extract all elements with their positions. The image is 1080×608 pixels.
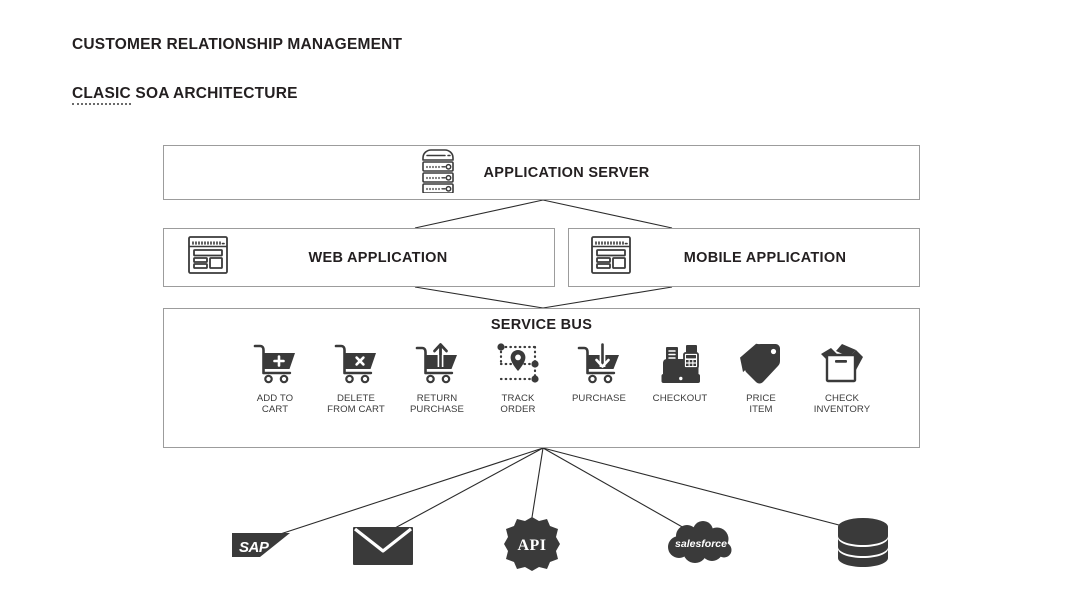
page-subtitle: CLASIC SOA ARCHITECTURE	[72, 85, 298, 105]
backend-systems-row: SAP API salesforce	[163, 515, 920, 585]
web-application-label: WEB APPLICATION	[308, 249, 448, 266]
subtitle-misspelled-word: CLASIC	[72, 85, 131, 105]
web-application-content: WEB APPLICATION	[164, 234, 554, 281]
price-tags-icon	[737, 339, 785, 385]
backend-salesforce[interactable]: salesforce	[656, 515, 746, 577]
mobile-application-box[interactable]: MOBILE APPLICATION	[568, 228, 920, 287]
web-application-box[interactable]: WEB APPLICATION	[163, 228, 555, 287]
svg-text:salesforce: salesforce	[675, 538, 727, 550]
diagram-canvas: CUSTOMER RELATIONSHIP MANAGEMENT CLASIC …	[0, 0, 1080, 608]
database-cylinder-icon	[834, 516, 892, 577]
route-pin-icon	[494, 339, 542, 385]
service-item-checkout[interactable]: CHECKOUT	[641, 339, 719, 404]
service-label: ADD TO CART	[256, 393, 294, 416]
service-item-track-order[interactable]: TRACK ORDER	[479, 339, 557, 416]
service-label: RETURN PURCHASE	[409, 393, 465, 416]
cart-plus-icon	[251, 339, 299, 385]
service-item-purchase[interactable]: PURCHASE	[560, 339, 638, 404]
email-envelope-icon	[350, 521, 416, 572]
service-label: PURCHASE	[571, 393, 627, 404]
application-server-content: APPLICATION SERVER	[418, 147, 650, 198]
cart-arrow-up-icon	[413, 339, 461, 385]
cart-remove-icon	[332, 339, 380, 385]
mobile-application-label: MOBILE APPLICATION	[683, 249, 847, 266]
service-label: DELETE FROM CART	[327, 393, 385, 416]
browser-window-icon	[589, 234, 633, 281]
backend-database[interactable]	[818, 515, 908, 577]
subtitle-rest: SOA ARCHITECTURE	[130, 85, 298, 102]
page-title: CUSTOMER RELATIONSHIP MANAGEMENT	[72, 36, 403, 53]
cart-arrow-down-icon	[575, 339, 623, 385]
application-server-label: APPLICATION SERVER	[483, 164, 650, 181]
service-label: CHECKOUT	[652, 393, 708, 404]
service-operations-list: ADD TO CART DELETE FROM CART RETURN PURC…	[236, 339, 881, 444]
service-item-price-item[interactable]: PRICE ITEM	[722, 339, 800, 416]
svg-text:API: API	[517, 537, 546, 554]
svg-text:SAP: SAP	[239, 539, 270, 556]
service-label: CHECK INVENTORY	[813, 393, 871, 416]
sap-logo-icon: SAP	[230, 527, 294, 566]
service-bus-label: SERVICE BUS	[490, 317, 593, 333]
service-bus-box[interactable]: SERVICE BUS ADD TO CART DELETE FROM CART…	[163, 308, 920, 448]
service-label: TRACK ORDER	[500, 393, 536, 416]
mobile-application-content: MOBILE APPLICATION	[569, 234, 919, 281]
api-gear-icon: API	[503, 516, 561, 577]
backend-api[interactable]: API	[487, 515, 577, 577]
application-server-box[interactable]: APPLICATION SERVER	[163, 145, 920, 200]
service-item-delete-from-cart[interactable]: DELETE FROM CART	[317, 339, 395, 416]
service-label: PRICE ITEM	[746, 393, 776, 416]
service-item-check-inventory[interactable]: CHECK INVENTORY	[803, 339, 881, 416]
salesforce-cloud-icon: salesforce	[661, 519, 741, 574]
service-item-add-to-cart[interactable]: ADD TO CART	[236, 339, 314, 416]
open-box-icon	[818, 339, 866, 385]
browser-window-icon	[186, 234, 230, 281]
service-item-return-purchase[interactable]: RETURN PURCHASE	[398, 339, 476, 416]
cash-register-icon	[655, 339, 705, 385]
backend-email[interactable]	[338, 515, 428, 577]
backend-sap[interactable]: SAP	[217, 515, 307, 577]
server-rack-icon	[418, 147, 458, 198]
